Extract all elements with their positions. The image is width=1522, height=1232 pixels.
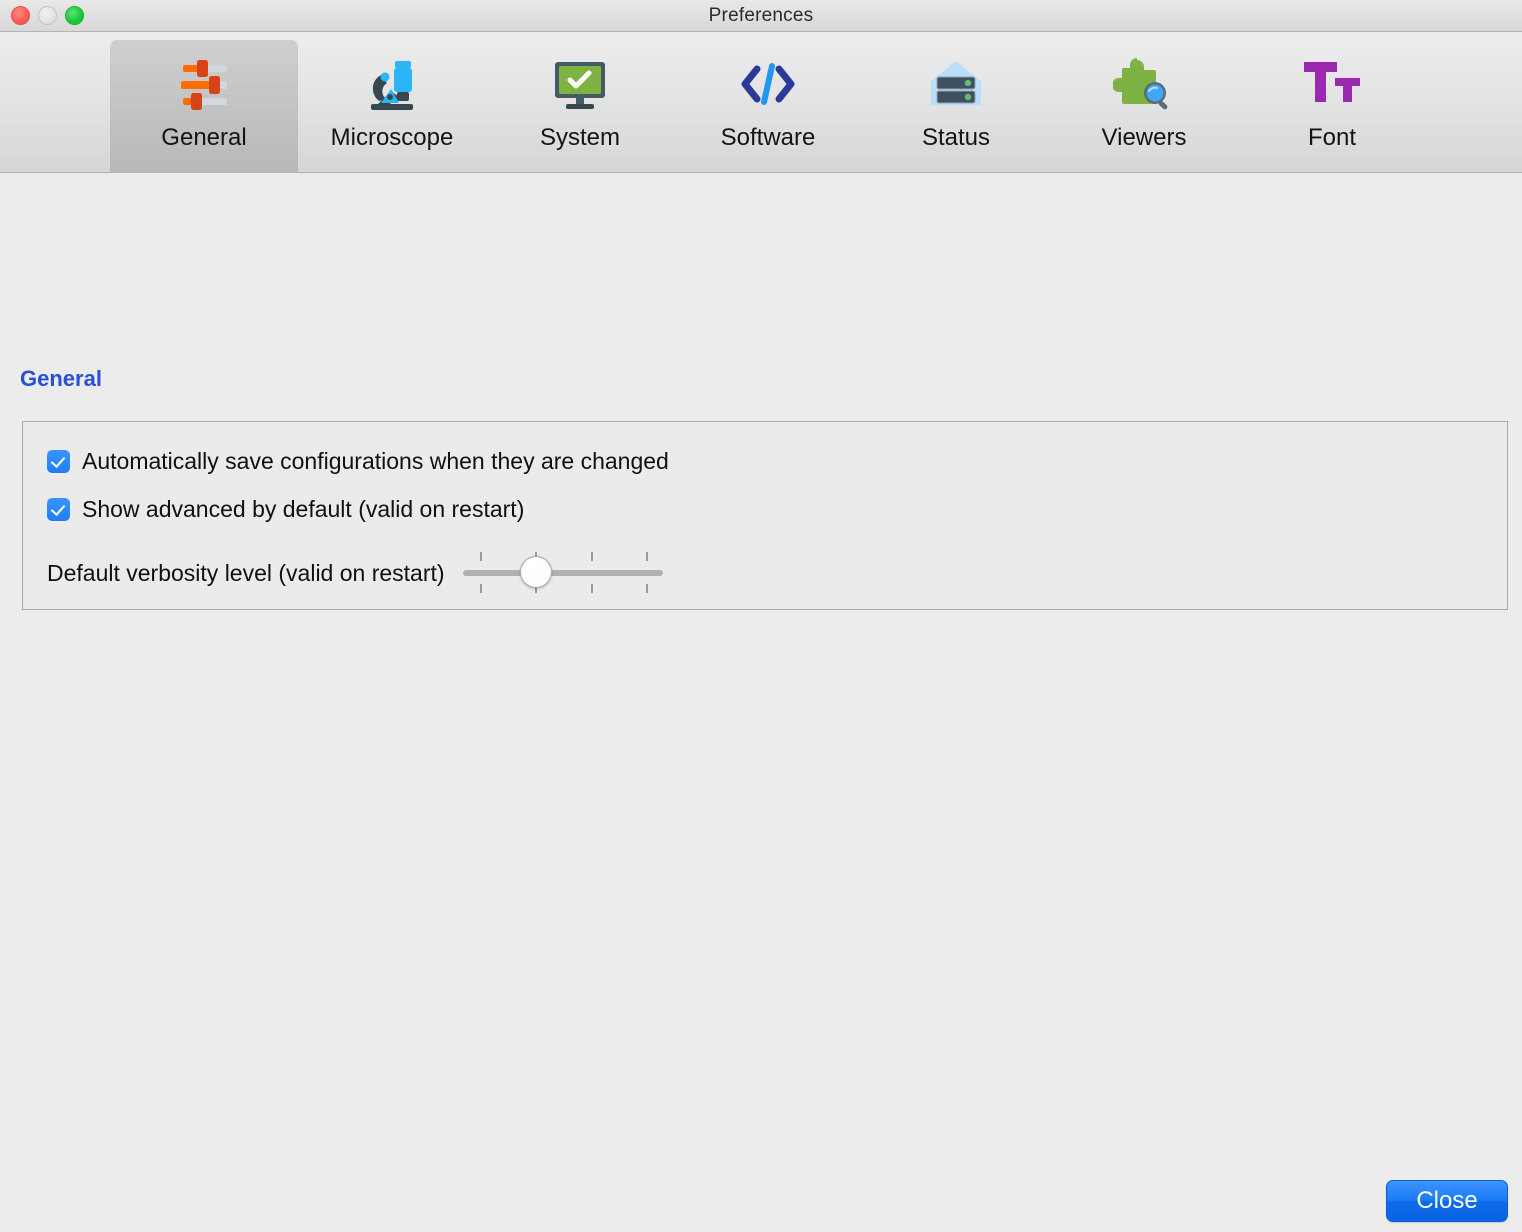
general-settings-group: Automatically save configurations when t…: [22, 421, 1508, 610]
setting-autosave-row[interactable]: Automatically save configurations when t…: [47, 448, 669, 475]
tab-microscope[interactable]: Microscope: [298, 40, 486, 173]
slider-track[interactable]: [462, 570, 663, 576]
setting-verbosity-row: Default verbosity level (valid on restar…: [47, 550, 663, 596]
tab-label: Microscope: [330, 124, 454, 151]
tab-software[interactable]: Software: [674, 40, 862, 173]
show-advanced-label: Show advanced by default (valid on resta…: [82, 496, 525, 522]
setting-show-advanced-row[interactable]: Show advanced by default (valid on resta…: [47, 496, 524, 523]
slider-tick: [590, 552, 593, 561]
window-title: Preferences: [708, 4, 814, 26]
title-bar: Preferences: [0, 0, 1522, 32]
slider-tick: [479, 552, 482, 561]
preferences-toolbar: General Microscope System Software Statu…: [0, 32, 1522, 173]
slider-tick: [590, 584, 593, 593]
autosave-checkbox[interactable]: [47, 450, 70, 473]
tab-label: Software: [720, 124, 816, 151]
tab-label: System: [539, 124, 620, 151]
autosave-label: Automatically save configurations when t…: [82, 448, 669, 474]
monitor-check-icon: [549, 54, 611, 116]
close-button[interactable]: Close: [1386, 1180, 1508, 1222]
tab-system[interactable]: System: [486, 40, 674, 173]
tab-status[interactable]: Status: [862, 40, 1050, 173]
slider-knob[interactable]: [519, 556, 552, 588]
minimize-window-button[interactable]: [38, 6, 57, 25]
slider-tick: [479, 584, 482, 593]
zoom-window-button[interactable]: [65, 6, 84, 25]
puzzle-search-icon: [1113, 54, 1175, 116]
tab-label: Status: [921, 124, 991, 151]
verbosity-label: Default verbosity level (valid on restar…: [47, 559, 445, 586]
server-rack-icon: [925, 54, 987, 116]
show-advanced-checkbox[interactable]: [47, 498, 70, 521]
tab-general[interactable]: General: [110, 40, 298, 173]
slider-tick: [645, 552, 648, 561]
tab-label: General: [161, 124, 247, 151]
tab-viewers[interactable]: Viewers: [1050, 40, 1238, 173]
close-window-button[interactable]: [11, 6, 30, 25]
font-size-icon: [1301, 54, 1363, 116]
slider-tick: [645, 584, 648, 593]
tab-label: Viewers: [1101, 124, 1187, 151]
microscope-icon: [361, 54, 423, 116]
page-title: General: [20, 366, 102, 391]
preferences-window: Preferences General Microscope System So…: [0, 0, 1522, 1232]
sliders-icon: [173, 54, 235, 116]
tab-font[interactable]: Font: [1238, 40, 1426, 173]
verbosity-slider[interactable]: [462, 550, 663, 596]
window-controls: [11, 0, 84, 31]
preferences-content: General Automatically save configuration…: [0, 173, 1522, 1232]
code-brackets-icon: [737, 54, 799, 116]
tab-label: Font: [1307, 124, 1357, 151]
